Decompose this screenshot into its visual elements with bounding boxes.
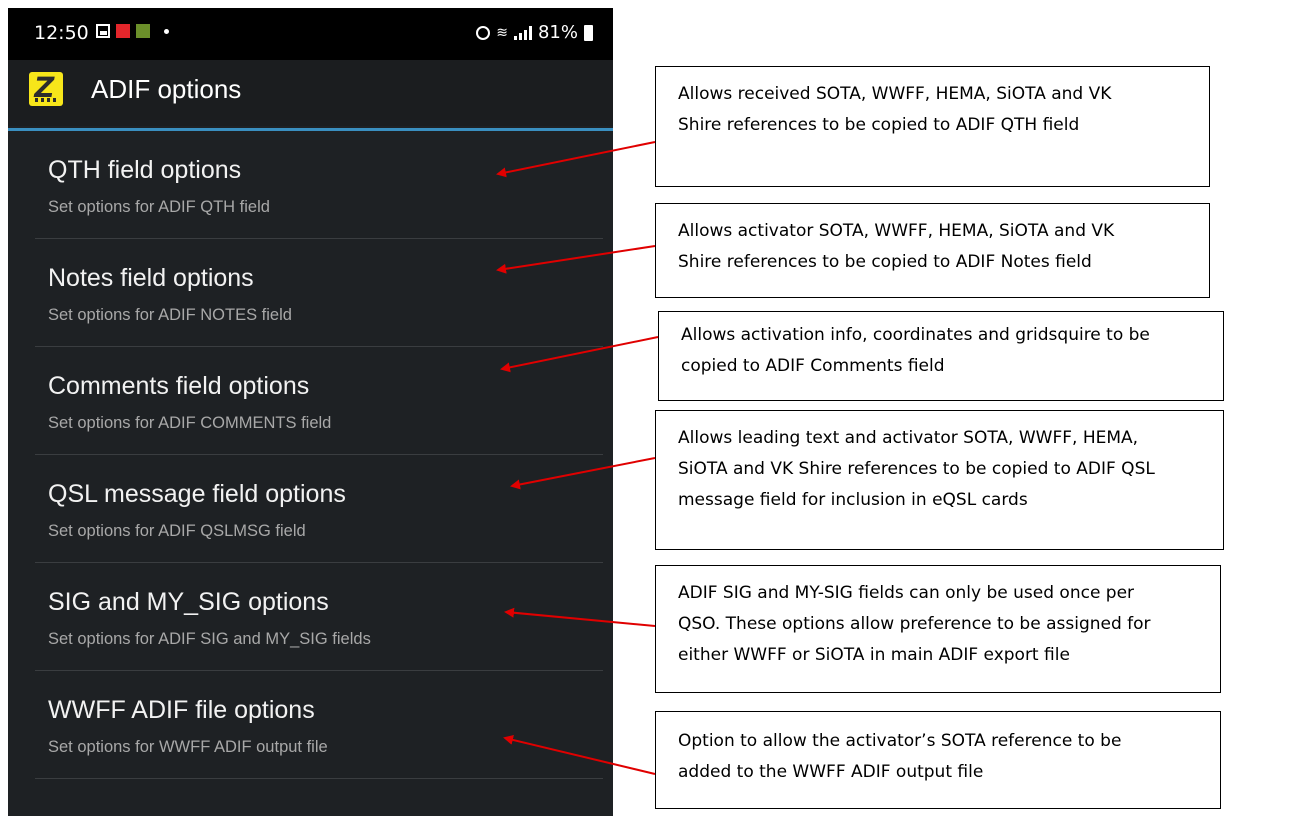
menu-item-title: WWFF ADIF file options [48, 696, 315, 724]
callout-text: Allows leading text and activator SOTA, … [678, 428, 1155, 510]
menu-item-subtitle: Set options for WWFF ADIF output file [48, 738, 328, 756]
dot-icon [164, 28, 169, 34]
callout-text: ADIF SIG and MY-SIG fields can only be u… [678, 583, 1151, 665]
status-notification-icons [96, 24, 169, 38]
app-bar: ADIF options [8, 60, 613, 126]
callout-qsl-message: Allows leading text and activator SOTA, … [655, 410, 1224, 550]
alarm-icon [476, 25, 491, 40]
menu-item-subtitle: Set options for ADIF QTH field [48, 198, 270, 216]
options-list: QTH field options Set options for ADIF Q… [8, 131, 613, 779]
callout-wwff-file: Option to allow the activator’s SOTA ref… [655, 711, 1221, 809]
wifi-calling-icon: ≋ [496, 24, 508, 41]
battery-icon [584, 24, 593, 41]
menu-item-subtitle: Set options for ADIF QSLMSG field [48, 522, 306, 540]
status-system-icons: ≋ 81% [476, 22, 593, 43]
page-title: ADIF options [91, 74, 242, 104]
ham-app-logo-icon [29, 72, 63, 106]
gallery-icon [96, 24, 110, 38]
callout-text: Allows received SOTA, WWFF, HEMA, SiOTA … [678, 84, 1112, 135]
menu-item-subtitle: Set options for ADIF COMMENTS field [48, 414, 332, 432]
status-time: 12:50 [34, 22, 89, 44]
callout-qth: Allows received SOTA, WWFF, HEMA, SiOTA … [655, 66, 1210, 187]
menu-item-title: Notes field options [48, 264, 254, 292]
menu-item-qsl-message-field-options[interactable]: QSL message field options Set options fo… [8, 455, 613, 563]
signal-icon [513, 25, 532, 40]
menu-item-title: SIG and MY_SIG options [48, 588, 329, 616]
callout-text: Allows activator SOTA, WWFF, HEMA, SiOTA… [678, 221, 1115, 272]
menu-item-title: QSL message field options [48, 480, 346, 508]
callout-comments: Allows activation info, coordinates and … [658, 311, 1224, 401]
green-app-icon [136, 24, 150, 38]
battery-percent: 81% [537, 22, 578, 43]
divider [35, 778, 603, 779]
menu-item-notes-field-options[interactable]: Notes field options Set options for ADIF… [8, 239, 613, 347]
phone-screenshot: 12:50 ≋ 81% ADIF options QTH field optio… [8, 8, 613, 816]
callout-text: Option to allow the activator’s SOTA ref… [678, 731, 1122, 782]
red-app-icon [116, 24, 130, 38]
menu-item-subtitle: Set options for ADIF SIG and MY_SIG fiel… [48, 630, 371, 648]
status-bar: 12:50 ≋ 81% [8, 8, 613, 60]
callout-text: Allows activation info, coordinates and … [681, 325, 1150, 376]
menu-item-sig-options[interactable]: SIG and MY_SIG options Set options for A… [8, 563, 613, 671]
menu-item-title: QTH field options [48, 156, 242, 184]
menu-item-title: Comments field options [48, 372, 310, 400]
callout-notes: Allows activator SOTA, WWFF, HEMA, SiOTA… [655, 203, 1210, 298]
menu-item-qth-field-options[interactable]: QTH field options Set options for ADIF Q… [8, 131, 613, 239]
menu-item-comments-field-options[interactable]: Comments field options Set options for A… [8, 347, 613, 455]
menu-item-wwff-adif-file-options[interactable]: WWFF ADIF file options Set options for W… [8, 671, 613, 779]
menu-item-subtitle: Set options for ADIF NOTES field [48, 306, 292, 324]
callout-sig: ADIF SIG and MY-SIG fields can only be u… [655, 565, 1221, 693]
